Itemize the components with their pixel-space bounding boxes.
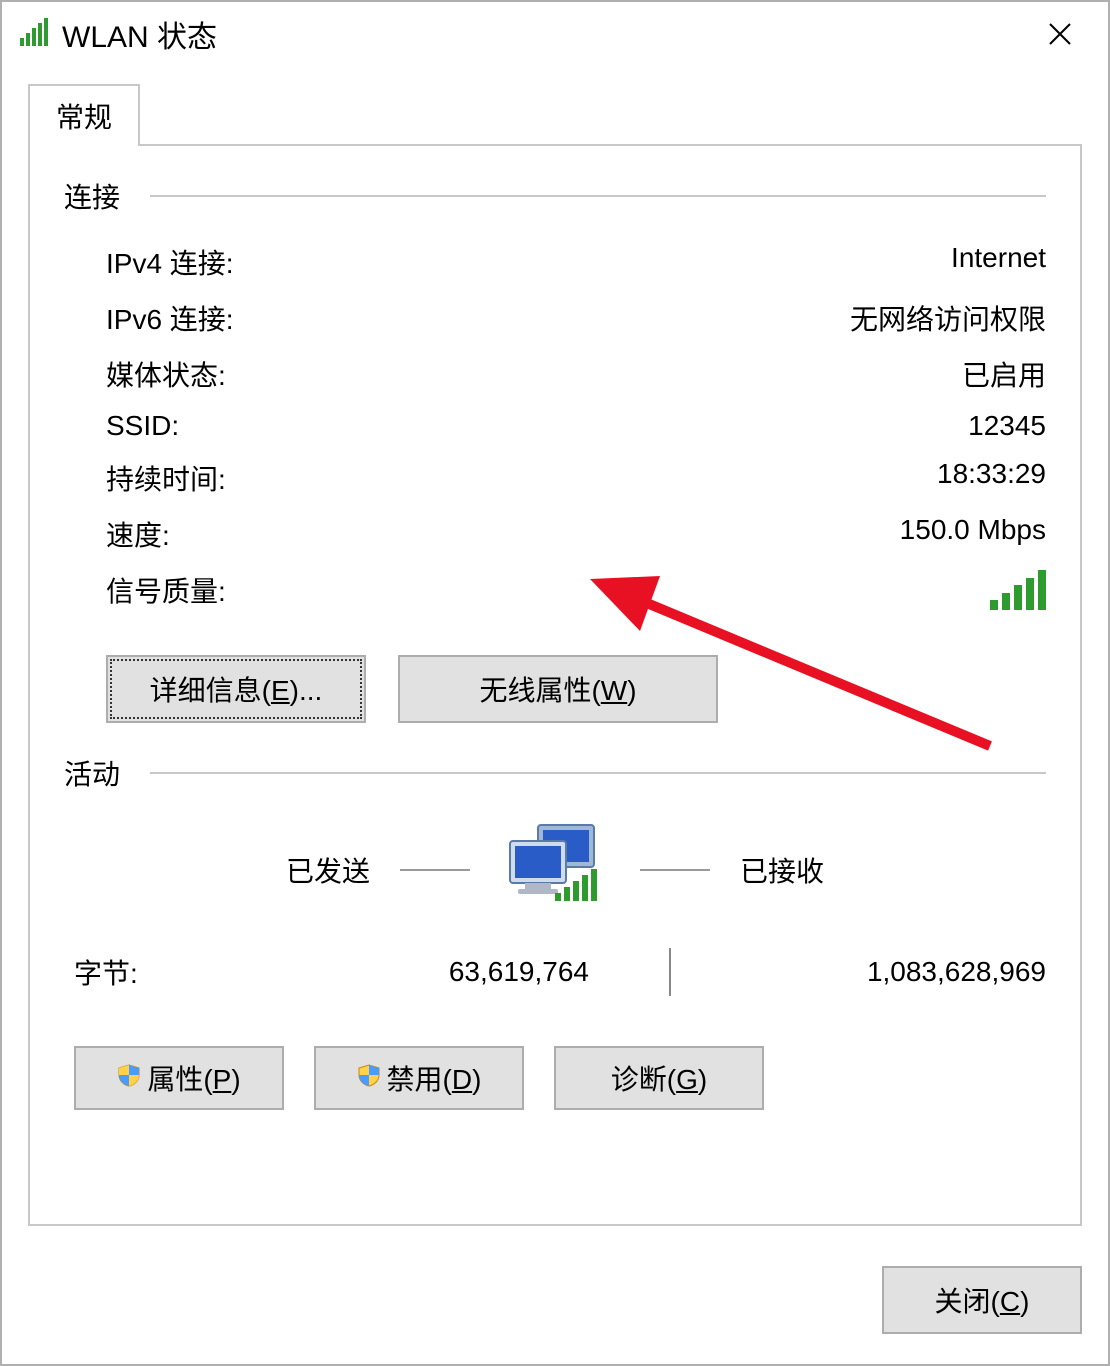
section-connection-label: 连接 [64, 176, 120, 216]
row-speed: 速度: 150.0 Mbps [64, 506, 1046, 562]
line-icon [400, 869, 470, 871]
tab-general[interactable]: 常规 [28, 84, 140, 146]
media-value: 已启用 [962, 354, 1046, 394]
row-ipv4: IPv4 连接: Internet [64, 234, 1046, 290]
ipv4-label: IPv4 连接: [106, 242, 234, 282]
wireless-properties-button[interactable]: 无线属性(W) [398, 655, 718, 723]
activity-graphic: 已发送 已接收 [64, 821, 1046, 918]
section-connection: 连接 [64, 176, 1046, 216]
bytes-row: 字节: 63,619,764 1,083,628,969 [64, 948, 1046, 996]
close-icon[interactable] [1020, 2, 1100, 66]
recv-label: 已接收 [740, 850, 824, 890]
signal-bars-icon [990, 570, 1046, 617]
close-button-label: 关闭(C) [935, 1286, 1030, 1317]
signal-label: 信号质量: [106, 570, 226, 617]
shield-icon [357, 1062, 381, 1094]
computers-icon [500, 821, 610, 918]
bytes-recv-value: 1,083,628,969 [671, 956, 1046, 988]
footer-buttons: 属性(P) 禁用(D) 诊断(G) [64, 1046, 1046, 1110]
diagnose-label: 诊断(G) [611, 1058, 707, 1098]
ipv6-value: 无网络访问权限 [850, 298, 1046, 338]
section-activity-label: 活动 [64, 753, 120, 793]
tab-row: 常规 [2, 84, 1108, 146]
row-duration: 持续时间: 18:33:29 [64, 450, 1046, 506]
section-activity: 活动 [64, 753, 1046, 793]
details-button[interactable]: 详细信息(E)... [106, 655, 366, 723]
titlebar: WLAN 状态 [2, 2, 1108, 66]
properties-button[interactable]: 属性(P) [74, 1046, 284, 1110]
close-button[interactable]: 关闭(C) [882, 1266, 1082, 1334]
divider [150, 772, 1046, 774]
duration-value: 18:33:29 [937, 458, 1046, 498]
ipv4-value: Internet [951, 242, 1046, 282]
row-ssid: SSID: 12345 [64, 402, 1046, 450]
speed-label: 速度: [106, 514, 170, 554]
properties-label: 属性(P) [147, 1058, 240, 1098]
window-title: WLAN 状态 [62, 12, 1020, 56]
details-button-label: 详细信息(E)... [150, 675, 323, 706]
divider [150, 195, 1046, 197]
diagnose-button[interactable]: 诊断(G) [554, 1046, 764, 1110]
connection-buttons: 详细信息(E)... 无线属性(W) [64, 655, 1046, 723]
disable-button[interactable]: 禁用(D) [314, 1046, 524, 1110]
shield-icon [117, 1062, 141, 1094]
wlan-status-window: WLAN 状态 常规 连接 IPv4 连接: Internet IPv6 连接:… [0, 0, 1110, 1366]
row-media: 媒体状态: 已启用 [64, 346, 1046, 402]
media-label: 媒体状态: [106, 354, 226, 394]
ssid-value: 12345 [968, 410, 1046, 442]
ssid-label: SSID: [106, 410, 179, 442]
wireless-properties-label: 无线属性(W) [479, 675, 636, 706]
speed-value: 150.0 Mbps [900, 514, 1046, 554]
bytes-sent-value: 63,619,764 [274, 956, 669, 988]
line-icon [640, 869, 710, 871]
disable-label: 禁用(D) [387, 1058, 482, 1098]
duration-label: 持续时间: [106, 458, 226, 498]
bytes-label: 字节: [74, 952, 274, 992]
row-signal: 信号质量: [64, 562, 1046, 625]
dialog-footer: 关闭(C) [2, 1246, 1108, 1364]
panel: 连接 IPv4 连接: Internet IPv6 连接: 无网络访问权限 媒体… [28, 144, 1082, 1226]
signal-icon [20, 18, 50, 51]
ipv6-label: IPv6 连接: [106, 298, 234, 338]
row-ipv6: IPv6 连接: 无网络访问权限 [64, 290, 1046, 346]
sent-label: 已发送 [286, 850, 370, 890]
